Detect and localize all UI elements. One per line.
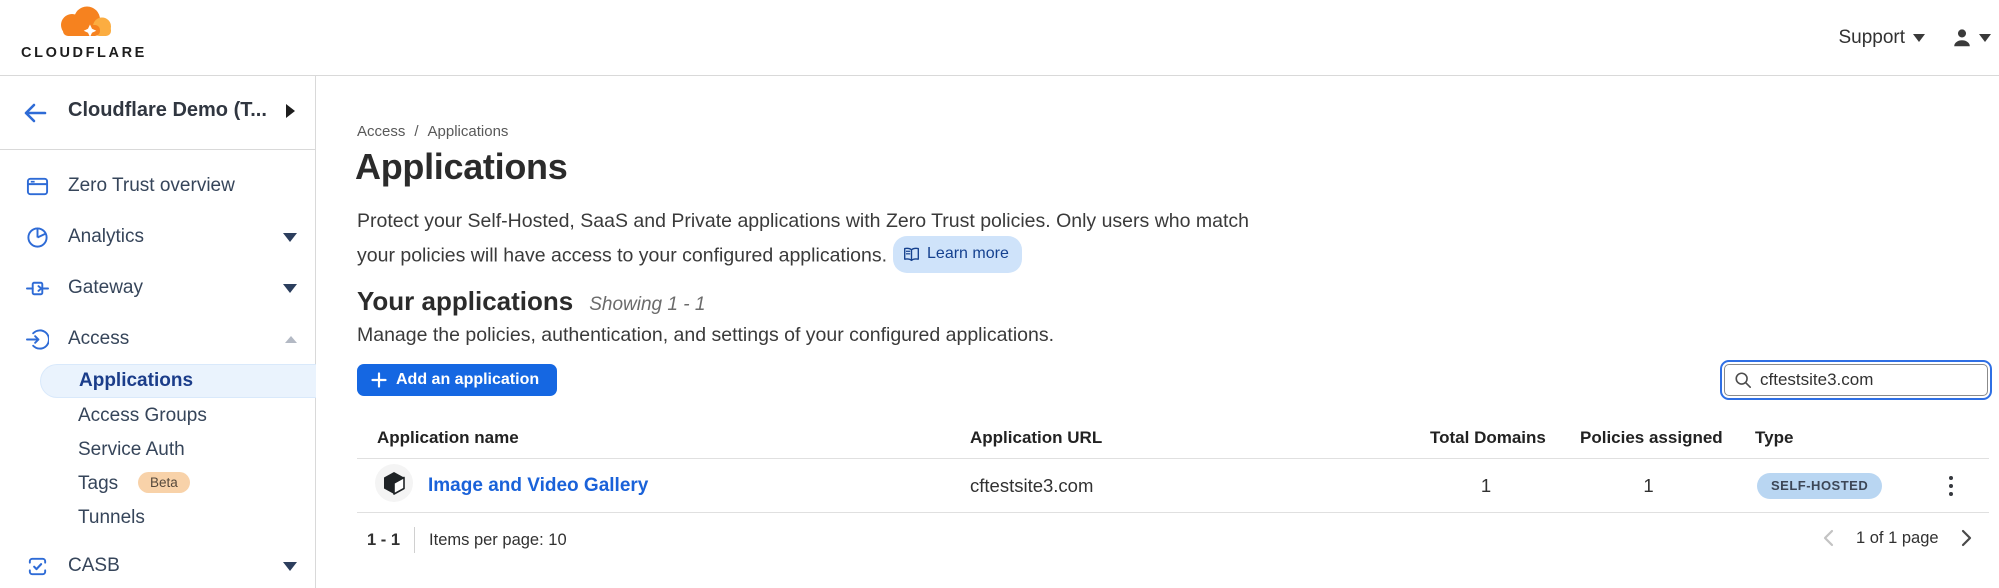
- showing-count: Showing 1 - 1: [589, 294, 705, 316]
- learn-more-link[interactable]: Learn more: [893, 236, 1022, 273]
- type-badge: SELF-HOSTED: [1757, 473, 1882, 499]
- search-box: [1720, 360, 1992, 400]
- sidebar-item-label: Tags: [78, 473, 118, 495]
- application-icon: [375, 464, 413, 502]
- main-content: Access / Applications Applications Prote…: [357, 0, 1999, 588]
- sidebar: Cloudflare Demo (T... Zero Trust overvie…: [0, 76, 316, 588]
- page-description-text: Protect your Self-Hosted, SaaS and Priva…: [357, 210, 1249, 267]
- analytics-pie-icon: [25, 225, 49, 249]
- sidebar-item-tags[interactable]: Tags Beta: [0, 467, 316, 501]
- gateway-icon: [25, 276, 49, 300]
- items-per-page[interactable]: Items per page: 10: [429, 531, 567, 550]
- pagination-divider: [414, 527, 415, 553]
- add-application-button[interactable]: Add an application: [357, 364, 557, 396]
- sidebar-item-tunnels[interactable]: Tunnels: [0, 501, 316, 535]
- sidebar-item-label: Gateway: [68, 277, 143, 299]
- cloudflare-cloud-icon: [47, 6, 121, 39]
- page-title: Applications: [355, 146, 567, 188]
- application-url-cell: cftestsite3.com: [970, 466, 1093, 506]
- back-arrow-icon[interactable]: [22, 101, 48, 125]
- chevron-up-icon: [285, 336, 297, 343]
- search-icon: [1734, 371, 1752, 389]
- column-header-type: Type: [1755, 428, 1793, 452]
- chevron-right-icon: [1959, 529, 1974, 547]
- add-application-label: Add an application: [396, 371, 539, 389]
- breadcrumb-separator: /: [414, 123, 418, 140]
- sidebar-item-access-groups[interactable]: Access Groups: [0, 399, 316, 433]
- sidebar-item-label: Analytics: [68, 226, 144, 248]
- sidebar-item-label: Applications: [79, 370, 193, 392]
- section-heading: Your applications: [357, 286, 573, 317]
- row-actions-menu[interactable]: [1941, 468, 1961, 504]
- sidebar-item-access[interactable]: Access: [0, 319, 316, 359]
- sidebar-item-label: Tunnels: [78, 507, 145, 529]
- column-header-total-domains: Total Domains: [1430, 428, 1546, 452]
- cloudflare-zero-trust-dashboard: CLOUDFLARE Support Cloudflare Demo (T...: [0, 0, 1999, 588]
- sidebar-item-zero-trust-overview[interactable]: Zero Trust overview: [0, 166, 316, 206]
- column-header-application-name: Application name: [377, 428, 519, 452]
- sidebar-item-label: CASB: [68, 555, 120, 577]
- sidebar-item-casb[interactable]: CASB: [0, 546, 316, 586]
- pagination-range: 1 - 1: [367, 531, 400, 550]
- pagination-left: 1 - 1 Items per page: 10: [367, 527, 567, 553]
- sidebar-item-label: Access: [68, 328, 129, 350]
- chevron-down-icon: [283, 562, 297, 571]
- breadcrumb-current: Applications: [428, 123, 509, 140]
- cloudflare-logo[interactable]: CLOUDFLARE: [18, 6, 150, 61]
- account-header: Cloudflare Demo (T...: [0, 76, 315, 150]
- chevron-left-icon: [1821, 529, 1836, 547]
- account-name[interactable]: Cloudflare Demo (T...: [68, 99, 267, 122]
- next-page-button[interactable]: [1957, 527, 1976, 549]
- section-subheading: Manage the policies, authentication, and…: [357, 324, 1054, 347]
- chevron-down-icon: [283, 233, 297, 242]
- casb-check-icon: [25, 554, 49, 578]
- type-cell: SELF-HOSTED: [1757, 466, 1882, 506]
- total-domains-cell: 1: [1430, 466, 1542, 506]
- breadcrumb-access[interactable]: Access: [357, 123, 405, 140]
- page-indicator: 1 of 1 page: [1856, 529, 1939, 548]
- sidebar-item-service-auth[interactable]: Service Auth: [0, 433, 316, 467]
- application-name-cell: Image and Video Gallery: [428, 466, 648, 506]
- cloudflare-logo-text: CLOUDFLARE: [18, 45, 150, 61]
- table-row-divider: [357, 512, 1989, 513]
- access-login-icon: [25, 327, 49, 351]
- breadcrumb: Access / Applications: [357, 123, 508, 140]
- plus-icon: [371, 372, 387, 388]
- sidebar-item-applications[interactable]: Applications: [40, 364, 316, 398]
- beta-badge: Beta: [138, 472, 190, 493]
- sidebar-item-gateway[interactable]: Gateway: [0, 268, 316, 308]
- sidebar-item-label: Access Groups: [78, 405, 207, 427]
- sidebar-item-analytics[interactable]: Analytics: [0, 217, 316, 257]
- search-inner: [1724, 364, 1988, 396]
- page-description: Protect your Self-Hosted, SaaS and Priva…: [357, 206, 1249, 273]
- cube-icon: [383, 471, 405, 495]
- account-expand-icon[interactable]: [286, 104, 295, 118]
- sidebar-item-label: Zero Trust overview: [68, 175, 235, 197]
- previous-page-button[interactable]: [1819, 527, 1838, 549]
- column-header-application-url: Application URL: [970, 428, 1102, 452]
- book-icon: [903, 247, 920, 262]
- policies-assigned-cell: 1: [1580, 466, 1717, 506]
- search-input[interactable]: [1760, 370, 1960, 390]
- column-header-policies-assigned: Policies assigned: [1580, 428, 1723, 452]
- section-heading-row: Your applications Showing 1 - 1: [357, 286, 705, 317]
- window-icon: [25, 174, 49, 198]
- chevron-down-icon: [283, 284, 297, 293]
- learn-more-label: Learn more: [927, 239, 1009, 269]
- application-link[interactable]: Image and Video Gallery: [428, 475, 648, 497]
- sidebar-item-label: Service Auth: [78, 439, 185, 461]
- table-header-divider: [357, 458, 1989, 459]
- pagination-right: 1 of 1 page: [1819, 527, 1976, 549]
